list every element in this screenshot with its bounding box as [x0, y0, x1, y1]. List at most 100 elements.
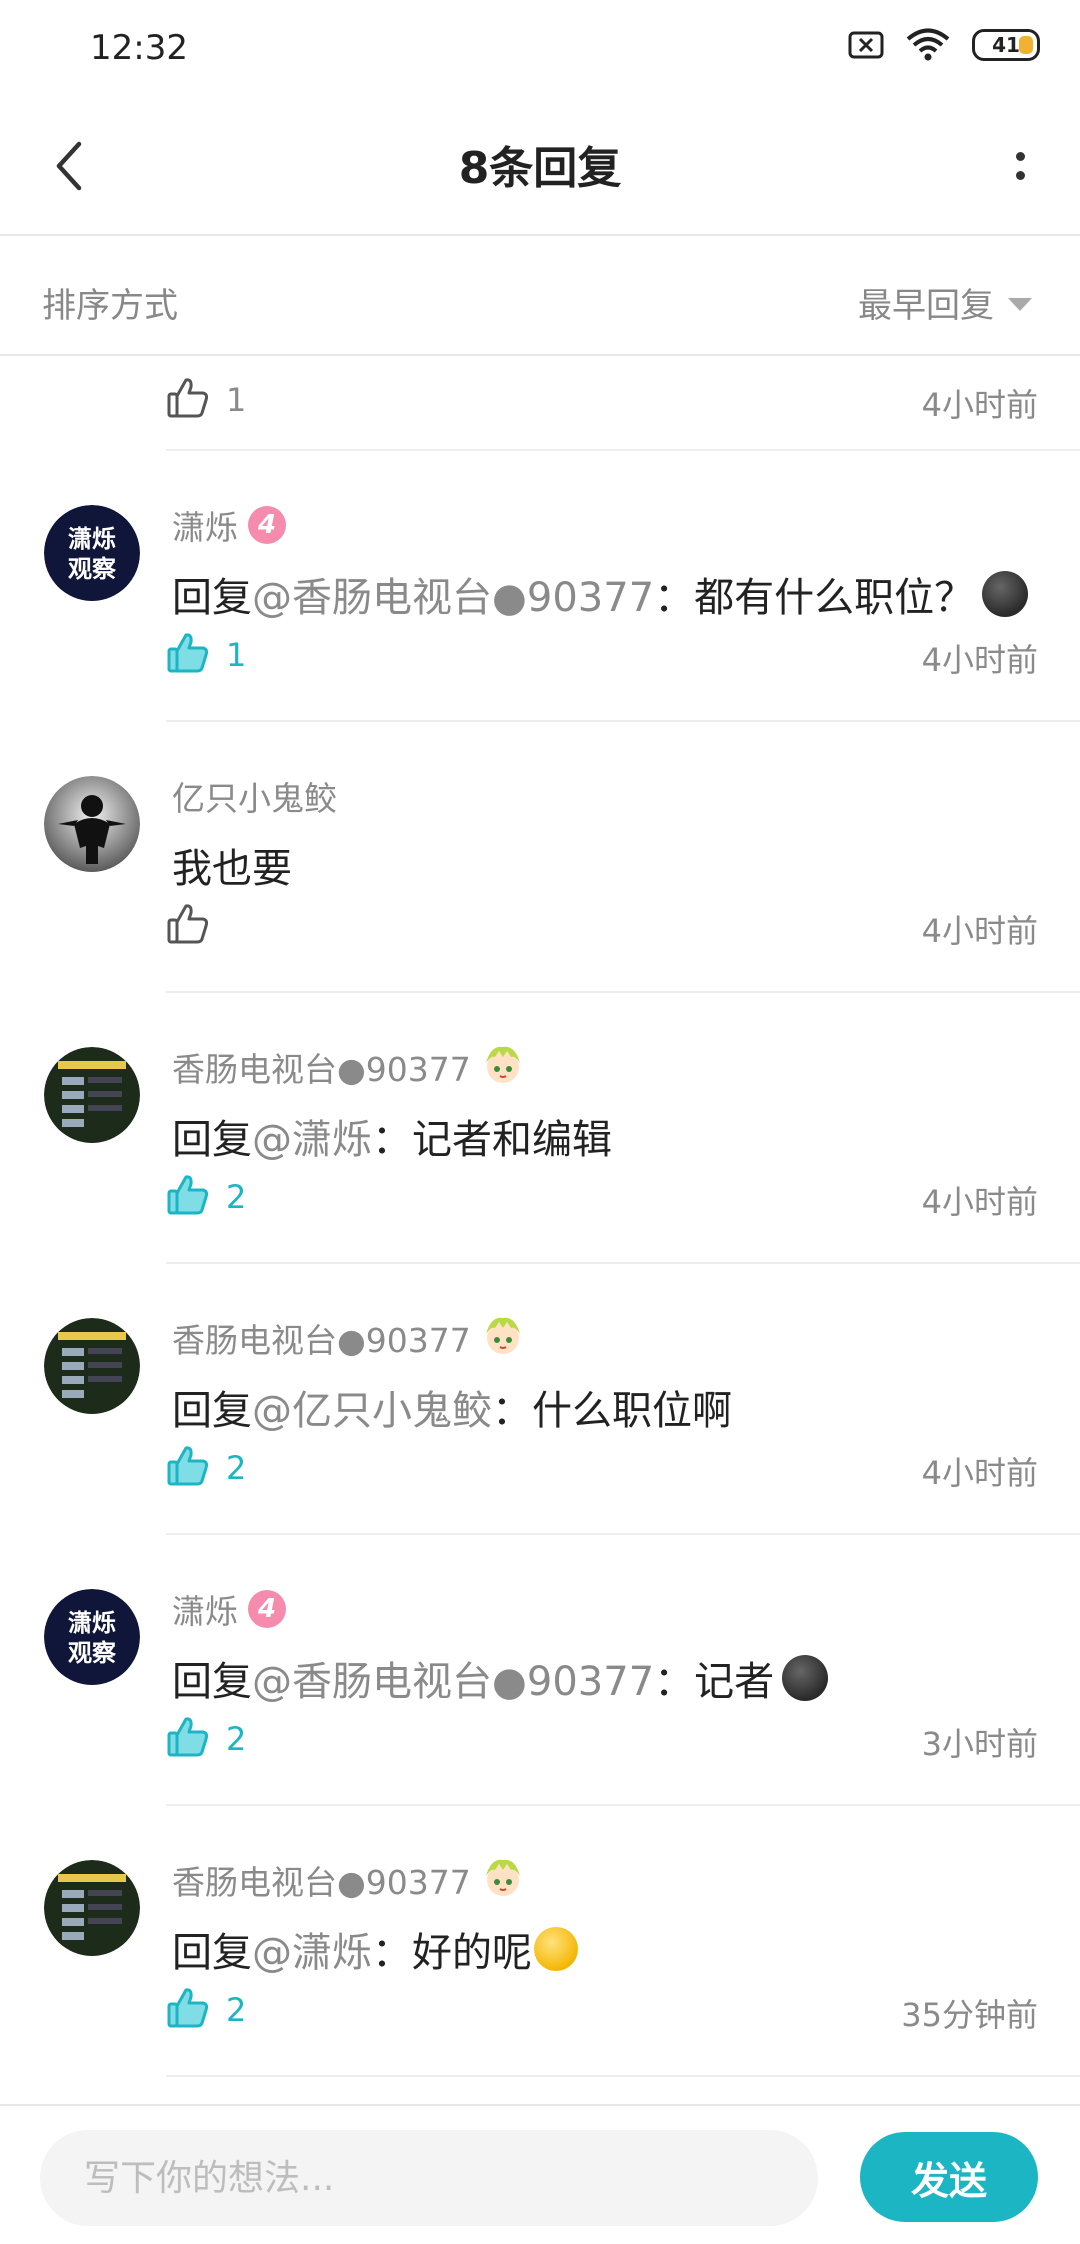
comment-item[interactable]: 潇烁 观察 潇烁 4 回复 @香肠电视台●90377 ：都有什么职位？ 1 4小时前	[0, 451, 1080, 722]
reply-prefix: 回复	[172, 575, 252, 621]
sort-value: 最早回复	[858, 286, 994, 326]
reply-prefix: 回复	[172, 1930, 252, 1976]
app-header: 8条回复	[0, 96, 1080, 236]
caret-down-icon	[1008, 298, 1032, 311]
anime-badge-icon	[481, 1314, 525, 1362]
thumbs-up-icon	[166, 902, 210, 950]
comment-item[interactable]: 香肠电视台●90377 回复 @潇烁 ：好的呢 2 35分钟前	[0, 1806, 1080, 2077]
thumbs-up-icon	[166, 1444, 210, 1492]
like-count: 2	[226, 1991, 247, 2029]
avatar-text: 观察	[68, 555, 117, 583]
more-dot-icon	[1015, 152, 1025, 161]
send-button[interactable]: 发送	[860, 2132, 1038, 2222]
username[interactable]: 香肠电视台●90377	[172, 1856, 471, 1904]
username-row: 香肠电视台●90377	[172, 1856, 525, 1904]
comment-content: 回复 @香肠电视台●90377 ：都有什么职位？	[172, 565, 1029, 623]
avatar-text: 潇烁	[68, 1609, 116, 1637]
reply-prefix: 回复	[172, 1388, 252, 1434]
username[interactable]: 亿只小鬼鲛	[172, 772, 337, 820]
level-badge: 4	[248, 1590, 286, 1628]
mention-link[interactable]: @潇烁	[252, 1107, 372, 1165]
thumbs-up-icon	[166, 1173, 210, 1221]
dark-face-emoji-icon	[982, 571, 1029, 617]
comment-text: ：什么职位啊	[492, 1388, 732, 1434]
dark-face-emoji-icon	[782, 1655, 829, 1701]
comment-time: 4小时前	[921, 1454, 1038, 1492]
status-time: 12:32	[90, 28, 188, 68]
comment-item[interactable]: 香肠电视台●90377 回复 @潇烁 ：记者和编辑 2 4小时前	[0, 993, 1080, 1264]
username-row: 香肠电视台●90377	[172, 1043, 525, 1091]
like-count: 2	[226, 1720, 247, 1758]
no-sim-icon	[848, 31, 884, 59]
avatar[interactable]	[44, 1047, 140, 1143]
comment-text: ：记者和编辑	[372, 1117, 612, 1163]
sort-dropdown[interactable]: 最早回复	[858, 278, 1032, 327]
comment-list[interactable]: 1 4小时前 潇烁 观察 潇烁 4 回复 @香肠电视台●90377 ：都有什么职位？ 1 4小时…	[0, 358, 1080, 2103]
comment-content: 回复 @潇烁 ：好的呢	[172, 1920, 578, 1978]
battery-level	[1019, 36, 1033, 54]
thumbs-up-icon	[166, 1986, 210, 2034]
comment-time: 3小时前	[921, 1725, 1038, 1763]
thumbs-up-icon	[166, 376, 210, 424]
like-button[interactable]: 2	[166, 1173, 246, 1221]
comment-item[interactable]: 亿只小鬼鲛我也要 4小时前	[0, 722, 1080, 993]
avatar-text: 潇烁	[68, 525, 116, 553]
comment-time: 4小时前	[921, 1183, 1038, 1221]
reply-input[interactable]	[40, 2130, 818, 2226]
like-count: 1	[226, 381, 247, 419]
anime-badge-icon	[481, 1043, 525, 1091]
username-row: 亿只小鬼鲛	[172, 772, 337, 820]
comment-text: ：都有什么职位？	[654, 575, 975, 621]
more-options-button[interactable]	[990, 136, 1050, 196]
comment-item[interactable]: 香肠电视台●90377 回复 @亿只小鬼鲛 ：什么职位啊 2 4小时前	[0, 1264, 1080, 1535]
comment-time: 4小时前	[921, 912, 1038, 950]
comment-text: ：好的呢	[372, 1930, 532, 1976]
like-button[interactable]: 2	[166, 1986, 246, 2034]
username-row: 香肠电视台●90377	[172, 1314, 525, 1362]
like-button[interactable]	[166, 902, 226, 950]
like-button[interactable]: 1	[166, 631, 246, 679]
username[interactable]: 潇烁	[172, 1585, 238, 1633]
comment-time: 4小时前	[921, 386, 1038, 424]
status-icons: 41	[848, 28, 1040, 62]
battery-percent: 41	[992, 33, 1020, 57]
thumbs-up-icon	[166, 1715, 210, 1763]
laughing-emoji-icon	[534, 1927, 578, 1971]
divider	[166, 2075, 1080, 2077]
username[interactable]: 香肠电视台●90377	[172, 1314, 471, 1362]
avatar[interactable]	[44, 776, 140, 872]
battery-icon: 41	[972, 29, 1040, 61]
comment-item[interactable]: 潇烁 观察 潇烁 4 回复 @香肠电视台●90377 ：记者 2 3小时前	[0, 1535, 1080, 1806]
wifi-icon	[906, 28, 950, 61]
reply-input-bar: 发送	[0, 2104, 1080, 2244]
comment-text: 我也要	[172, 846, 292, 892]
comment-content: 回复 @香肠电视台●90377 ：记者	[172, 1649, 829, 1707]
avatar[interactable]	[44, 1318, 140, 1414]
reply-prefix: 回复	[172, 1117, 252, 1163]
avatar[interactable]: 潇烁 观察	[44, 505, 140, 601]
mention-link[interactable]: @香肠电视台●90377	[252, 565, 654, 623]
mention-link[interactable]: @亿只小鬼鲛	[252, 1378, 492, 1436]
anime-badge-icon	[481, 1856, 525, 1904]
mention-link[interactable]: @香肠电视台●90377	[252, 1649, 654, 1707]
more-dot-icon	[1015, 171, 1025, 180]
username[interactable]: 香肠电视台●90377	[172, 1043, 471, 1091]
status-bar: 12:32 41	[0, 0, 1080, 96]
like-button[interactable]: 1	[166, 376, 246, 424]
level-badge: 4	[248, 506, 286, 544]
thumbs-up-icon	[166, 631, 210, 679]
username[interactable]: 潇烁	[172, 501, 238, 549]
username-row: 潇烁 4	[172, 1585, 286, 1633]
sort-bar: 排序方式 最早回复	[0, 236, 1080, 356]
comment-time: 4小时前	[921, 641, 1038, 679]
like-count: 1	[226, 636, 247, 674]
mention-link[interactable]: @潇烁	[252, 1920, 372, 1978]
avatar-text: 观察	[68, 1639, 117, 1667]
comment-content: 我也要	[172, 836, 292, 894]
like-button[interactable]: 2	[166, 1715, 246, 1763]
avatar[interactable]: 潇烁 观察	[44, 1589, 140, 1685]
page-title: 8条回复	[458, 143, 622, 194]
like-count: 2	[226, 1178, 247, 1216]
like-button[interactable]: 2	[166, 1444, 246, 1492]
avatar[interactable]	[44, 1860, 140, 1956]
